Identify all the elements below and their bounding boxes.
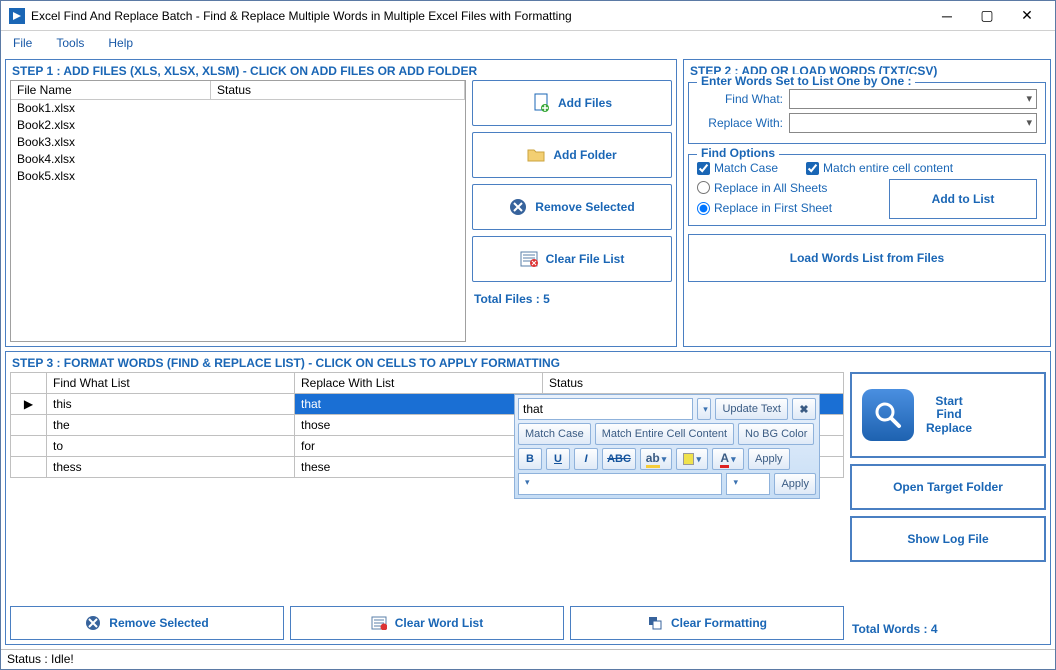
clear-word-list-button[interactable]: Clear Word List xyxy=(290,606,564,640)
match-case-toggle[interactable]: Match Case xyxy=(518,423,591,445)
file-list[interactable]: File Name Status Book1.xlsx Book2.xlsx B… xyxy=(10,80,466,342)
replace-all-radio[interactable]: Replace in All Sheets xyxy=(697,181,827,195)
file-row[interactable]: Book1.xlsx xyxy=(11,100,465,117)
file-row[interactable]: Book3.xlsx xyxy=(11,134,465,151)
clear-list-icon xyxy=(371,616,387,630)
add-files-button[interactable]: Add Files xyxy=(472,80,672,126)
italic-button[interactable]: I xyxy=(574,448,598,470)
col-status[interactable]: Status xyxy=(543,373,844,394)
maximize-button[interactable]: ▢ xyxy=(967,2,1007,30)
add-folder-button[interactable]: Add Folder xyxy=(472,132,672,178)
cell-edit-input[interactable] xyxy=(518,398,693,420)
load-words-button[interactable]: Load Words List from Files xyxy=(688,234,1046,282)
step3-title: STEP 3 : FORMAT WORDS (FIND & REPLACE LI… xyxy=(10,354,1046,372)
apply-font-button[interactable]: Apply xyxy=(774,473,816,495)
menu-bar: File Tools Help xyxy=(1,31,1055,55)
apply-format-button[interactable]: Apply xyxy=(748,448,790,470)
find-what-label: Find What: xyxy=(697,92,783,106)
show-log-file-button[interactable]: Show Log File xyxy=(850,516,1046,562)
step1-title: STEP 1 : ADD FILES (XLS, XLSX, XLSM) - C… xyxy=(10,62,672,80)
search-icon xyxy=(862,389,914,441)
remove-icon xyxy=(85,615,101,631)
bold-button[interactable]: B xyxy=(518,448,542,470)
file-row[interactable]: Book5.xlsx xyxy=(11,168,465,185)
cell-edit-dropdown[interactable] xyxy=(697,398,711,420)
clear-file-list-button[interactable]: Clear File List xyxy=(472,236,672,282)
format-toolbar: Update Text ✖ Match Case Match Entire Ce… xyxy=(514,394,820,499)
close-toolbar-button[interactable]: ✖ xyxy=(792,398,816,420)
match-case-check[interactable]: Match Case xyxy=(697,161,778,175)
close-button[interactable]: ✕ xyxy=(1007,2,1047,30)
col-status[interactable]: Status xyxy=(211,81,465,100)
folder-icon xyxy=(527,147,545,163)
font-color-button[interactable]: A xyxy=(712,448,744,470)
fill-color-button[interactable] xyxy=(676,448,708,470)
find-what-combo[interactable] xyxy=(789,89,1037,109)
step2-panel: STEP 2 : ADD OR LOAD WORDS (TXT/CSV) Ent… xyxy=(683,59,1051,347)
file-row[interactable]: Book4.xlsx xyxy=(11,151,465,168)
highlight-color-button[interactable]: ab xyxy=(640,448,672,470)
col-find[interactable]: Find What List xyxy=(47,373,295,394)
strike-button[interactable]: ABC xyxy=(602,448,636,470)
enter-words-legend: Enter Words Set to List One by One : xyxy=(697,74,915,88)
file-row[interactable]: Book2.xlsx xyxy=(11,117,465,134)
total-files-label: Total Files : 5 xyxy=(472,288,672,310)
open-target-folder-button[interactable]: Open Target Folder xyxy=(850,464,1046,510)
font-family-combo[interactable] xyxy=(518,473,722,495)
total-words-label: Total Words : 4 xyxy=(850,618,1046,640)
menu-file[interactable]: File xyxy=(13,36,32,50)
clear-format-icon xyxy=(647,615,663,631)
remove-selected-button[interactable]: Remove Selected xyxy=(472,184,672,230)
clear-list-icon xyxy=(520,251,538,267)
replace-with-combo[interactable] xyxy=(789,113,1037,133)
remove-word-button[interactable]: Remove Selected xyxy=(10,606,284,640)
menu-tools[interactable]: Tools xyxy=(56,36,84,50)
find-options-legend: Find Options xyxy=(697,146,779,160)
start-find-replace-button[interactable]: Start Find Replace xyxy=(850,372,1046,458)
update-text-button[interactable]: Update Text xyxy=(715,398,788,420)
col-filename[interactable]: File Name xyxy=(11,81,211,100)
step1-panel: STEP 1 : ADD FILES (XLS, XLSX, XLSM) - C… xyxy=(5,59,677,347)
minimize-button[interactable]: ─ xyxy=(927,2,967,30)
row-indicator: ▶ xyxy=(11,394,47,415)
clear-formatting-button[interactable]: Clear Formatting xyxy=(570,606,844,640)
replace-with-label: Replace With: xyxy=(697,116,783,130)
add-file-icon xyxy=(532,93,550,113)
no-bg-toggle[interactable]: No BG Color xyxy=(738,423,814,445)
menu-help[interactable]: Help xyxy=(108,36,133,50)
font-size-combo[interactable] xyxy=(726,473,770,495)
step3-panel: STEP 3 : FORMAT WORDS (FIND & REPLACE LI… xyxy=(5,351,1051,645)
status-bar: Status : Idle! xyxy=(1,649,1055,669)
match-entire-check[interactable]: Match entire cell content xyxy=(806,161,953,175)
match-entire-toggle[interactable]: Match Entire Cell Content xyxy=(595,423,734,445)
window-title: Excel Find And Replace Batch - Find & Re… xyxy=(31,9,927,23)
row-header xyxy=(11,373,47,394)
replace-first-radio[interactable]: Replace in First Sheet xyxy=(697,201,832,215)
app-icon xyxy=(9,8,25,24)
add-to-list-button[interactable]: Add to List xyxy=(889,179,1037,219)
underline-button[interactable]: U xyxy=(546,448,570,470)
col-replace[interactable]: Replace With List xyxy=(295,373,543,394)
title-bar: Excel Find And Replace Batch - Find & Re… xyxy=(1,1,1055,31)
remove-icon xyxy=(509,198,527,216)
